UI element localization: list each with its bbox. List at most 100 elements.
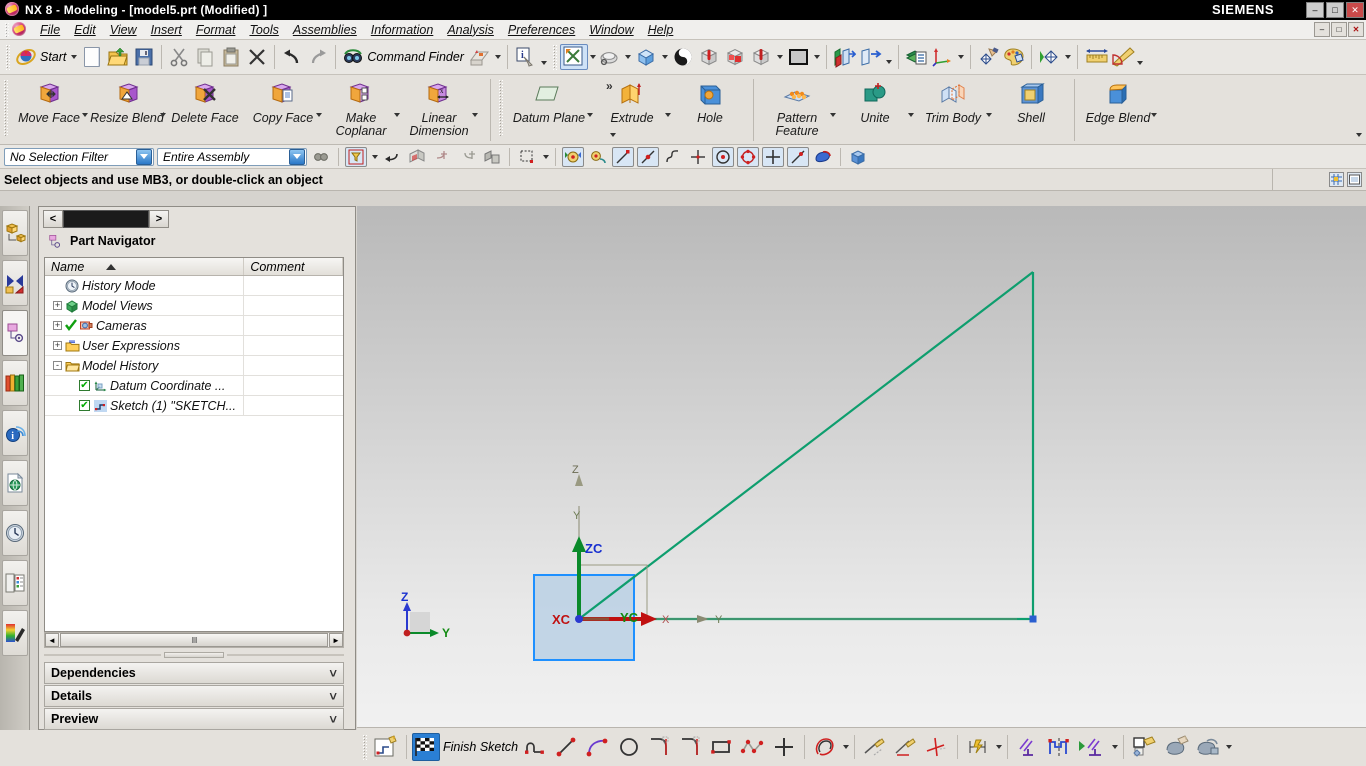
up-one-level-button[interactable] bbox=[431, 147, 453, 167]
animate-dimension-button[interactable] bbox=[1162, 733, 1192, 761]
rectangle-select-caret-icon[interactable] bbox=[543, 154, 549, 159]
profile-button[interactable] bbox=[521, 733, 551, 761]
hole-button[interactable]: Hole bbox=[671, 79, 749, 125]
tree-comment-cell[interactable] bbox=[244, 276, 343, 296]
wcs-button[interactable] bbox=[929, 42, 966, 72]
line-button[interactable] bbox=[552, 733, 582, 761]
make-corner-button[interactable] bbox=[922, 733, 952, 761]
resource-bar-item-role[interactable] bbox=[2, 560, 28, 606]
scroll-right-arrow-icon[interactable]: ► bbox=[329, 633, 343, 647]
extrude-button[interactable]: Extrude bbox=[593, 79, 671, 125]
tree-expander[interactable]: - bbox=[53, 361, 62, 370]
panel-splitter[interactable] bbox=[44, 651, 344, 659]
midpoint-button[interactable] bbox=[637, 146, 659, 167]
chevron-down-icon[interactable]: ˅ bbox=[329, 666, 337, 681]
section-caret-icon[interactable] bbox=[776, 55, 783, 59]
rapid-dimension-button[interactable] bbox=[963, 733, 993, 761]
menu-item-view[interactable]: View bbox=[103, 21, 144, 39]
back-button[interactable] bbox=[381, 147, 403, 167]
measure-angle-button[interactable] bbox=[1108, 42, 1145, 72]
paste-button[interactable] bbox=[218, 42, 244, 72]
section-dependencies[interactable]: Dependencies ˅ bbox=[44, 662, 344, 684]
edge-blend-caret-icon[interactable] bbox=[1151, 113, 1157, 117]
table-row[interactable]: ✔ Datum Coordinate ... bbox=[45, 375, 343, 396]
tree-comment-cell[interactable] bbox=[244, 296, 343, 316]
snap-filter-caret-icon[interactable] bbox=[372, 154, 378, 159]
menu-grip[interactable] bbox=[4, 21, 9, 38]
delete-face-button[interactable]: Delete Face bbox=[166, 79, 244, 125]
make-coplanar-button[interactable]: Make Coplanar bbox=[322, 79, 400, 138]
tree-comment-cell[interactable] bbox=[244, 316, 343, 336]
arc-center-button[interactable] bbox=[712, 146, 734, 167]
tree-name-cell[interactable]: ✔ Sketch (1) "SKETCH... bbox=[45, 395, 245, 416]
snap-filter-button[interactable] bbox=[345, 146, 367, 167]
redo-button[interactable] bbox=[305, 42, 331, 72]
datum-plane-button[interactable]: Datum Plane bbox=[505, 79, 593, 125]
shell-button[interactable]: Shell bbox=[992, 79, 1070, 125]
arc-button[interactable] bbox=[583, 733, 613, 761]
resource-bar-item-web-browser[interactable] bbox=[2, 460, 28, 506]
toolbar-grip[interactable] bbox=[5, 44, 10, 70]
snap-point-cursor-button[interactable] bbox=[587, 147, 609, 167]
section-button[interactable] bbox=[748, 42, 785, 72]
translate-button[interactable] bbox=[857, 42, 894, 72]
delete-button[interactable] bbox=[244, 42, 270, 72]
information-button[interactable]: i bbox=[512, 42, 549, 72]
quick-trim-button[interactable] bbox=[860, 733, 890, 761]
edit-object-display-button[interactable] bbox=[975, 42, 1001, 72]
resource-bar-item-part-navigator[interactable] bbox=[2, 310, 28, 356]
menu-item-preferences[interactable]: Preferences bbox=[501, 21, 582, 39]
section-preview[interactable]: Preview ˅ bbox=[44, 708, 344, 730]
wcs-caret-icon[interactable] bbox=[957, 55, 964, 59]
selection-filter-combo[interactable]: No Selection Filter bbox=[4, 147, 154, 166]
static-wireframe-button[interactable] bbox=[696, 42, 722, 72]
quick-extend-button[interactable] bbox=[891, 733, 921, 761]
studio-spline-button[interactable] bbox=[738, 733, 768, 761]
display-window-button[interactable] bbox=[466, 42, 503, 72]
section-details[interactable]: Details ˅ bbox=[44, 685, 344, 707]
view-toolbar-grip[interactable] bbox=[551, 44, 557, 70]
offset-curve-button[interactable] bbox=[810, 733, 840, 761]
point-on-curve-button[interactable] bbox=[787, 146, 809, 167]
ribbon-feature-more-caret-icon[interactable] bbox=[1356, 133, 1362, 137]
menu-item-information[interactable]: Information bbox=[364, 21, 441, 39]
undo-button[interactable] bbox=[279, 42, 305, 72]
table-row[interactable]: ✔ Sketch (1) "SKETCH... bbox=[45, 395, 343, 416]
tree-comment-cell[interactable] bbox=[244, 336, 343, 356]
menu-item-window[interactable]: Window bbox=[582, 21, 640, 39]
color-button[interactable] bbox=[1001, 42, 1027, 72]
linear-dimension-caret-icon[interactable] bbox=[472, 113, 478, 117]
control-point-button[interactable] bbox=[662, 147, 684, 167]
scroll-left-arrow-icon[interactable]: ◄ bbox=[45, 633, 59, 647]
ribbon-grip-sync[interactable] bbox=[3, 79, 8, 137]
resource-bar-item-reuse-library[interactable] bbox=[2, 360, 28, 406]
rectangle-select-button[interactable] bbox=[516, 147, 538, 167]
bounding-box-button[interactable] bbox=[847, 147, 869, 167]
copy-button[interactable] bbox=[192, 42, 218, 72]
splitter-grip[interactable] bbox=[164, 652, 224, 658]
orient-view-button[interactable] bbox=[633, 42, 670, 72]
orient-view-caret-icon[interactable] bbox=[661, 55, 668, 59]
new-button[interactable] bbox=[79, 42, 105, 72]
copy-face-button[interactable]: Copy Face bbox=[244, 79, 322, 125]
pattern-feature-button[interactable]: Pattern Feature bbox=[758, 79, 836, 138]
linear-dimension-button[interactable]: x Linear Dimension bbox=[400, 79, 478, 138]
selection-scope-combo[interactable]: Entire Assembly bbox=[157, 147, 307, 166]
chevron-down-icon[interactable]: ˅ bbox=[329, 689, 337, 704]
minimize-button[interactable]: – bbox=[1306, 2, 1324, 18]
mdi-close-button[interactable]: ✕ bbox=[1348, 22, 1364, 37]
fit-view-button[interactable] bbox=[559, 44, 588, 70]
tree-name-cell[interactable]: + Model Views bbox=[45, 295, 245, 316]
grid-snap-icon[interactable] bbox=[1329, 172, 1344, 187]
table-row[interactable]: History Mode bbox=[45, 275, 343, 296]
menu-item-help[interactable]: Help bbox=[641, 21, 681, 39]
command-finder-button[interactable]: Command Finder bbox=[340, 42, 466, 72]
menu-item-file[interactable]: File bbox=[33, 21, 67, 39]
navigator-scroll-right-button[interactable]: > bbox=[149, 210, 169, 228]
offset-curve-caret-icon[interactable] bbox=[843, 745, 850, 749]
tree-name-cell[interactable]: History Mode bbox=[45, 275, 245, 296]
resource-bar-item-assembly-navigator[interactable] bbox=[2, 210, 28, 256]
background-caret-icon[interactable] bbox=[813, 55, 820, 59]
mdi-restore-button[interactable]: □ bbox=[1331, 22, 1347, 37]
menu-item-format[interactable]: Format bbox=[189, 21, 243, 39]
